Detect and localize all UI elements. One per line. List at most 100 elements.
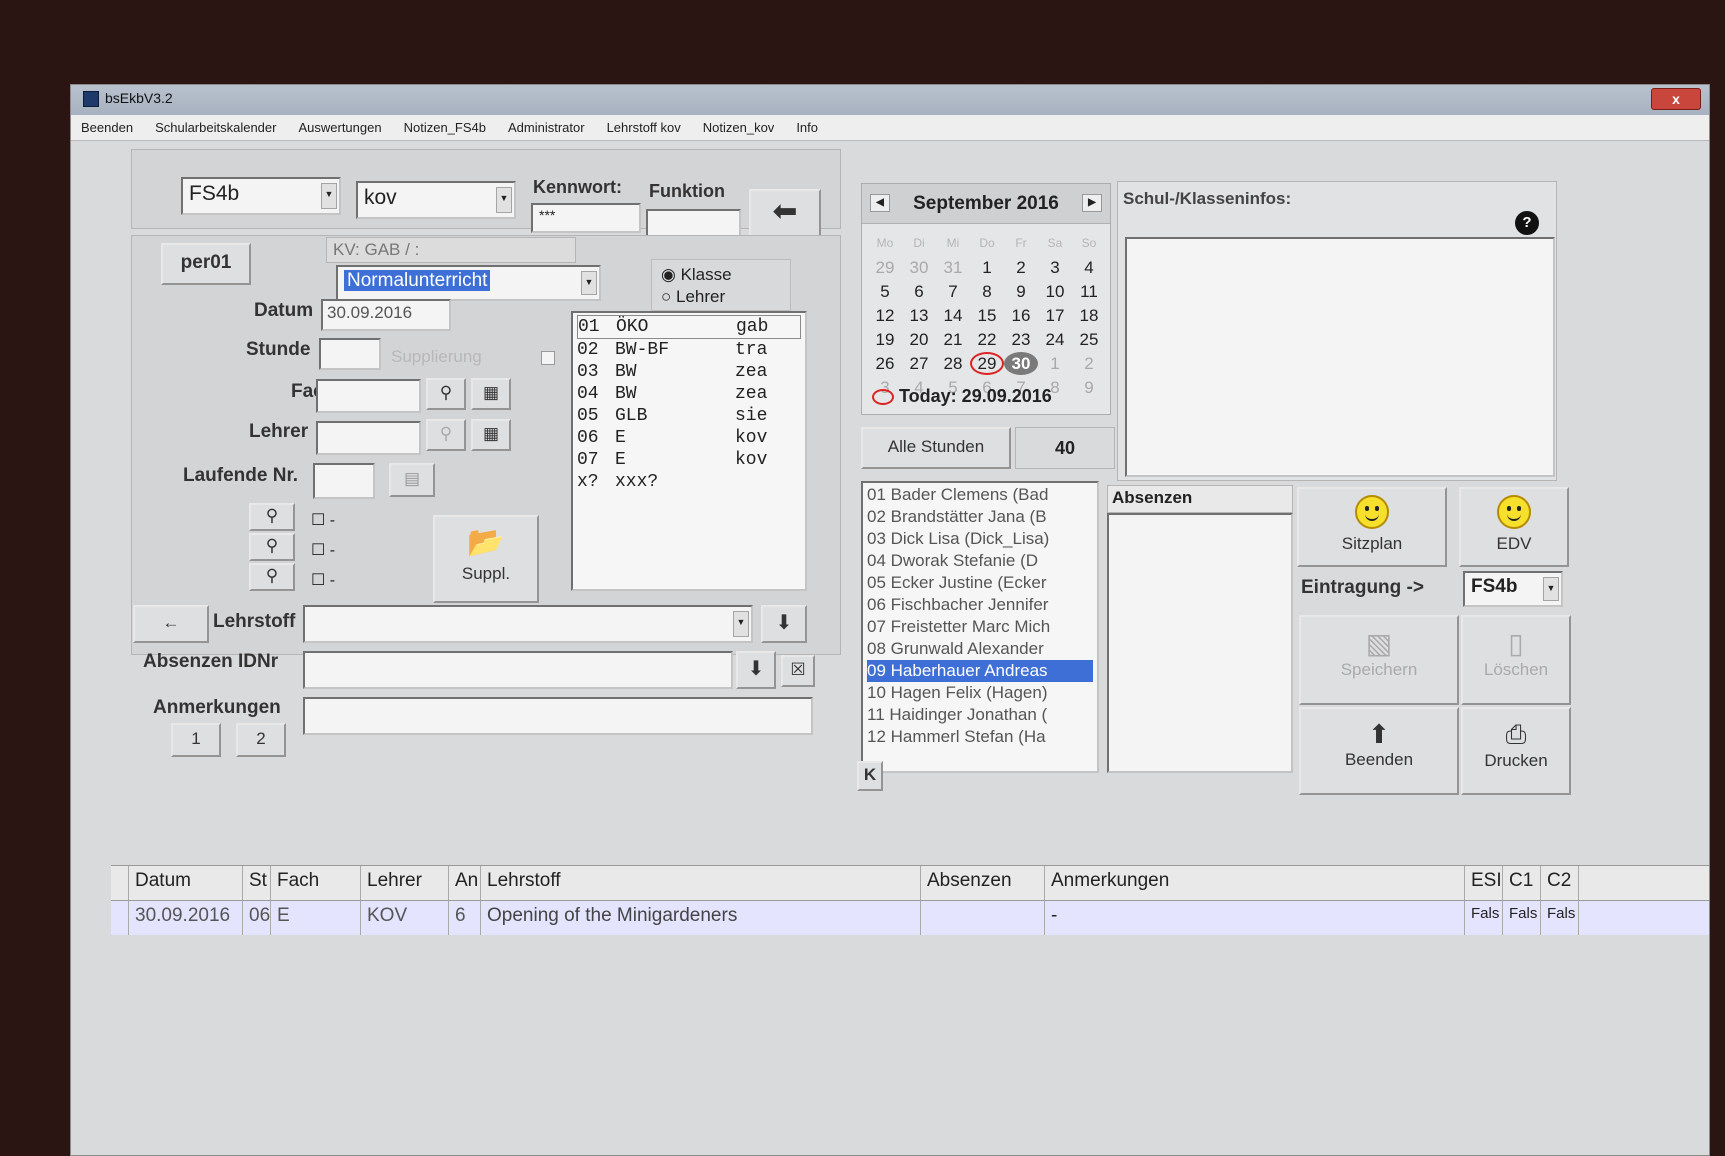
eintragung-select[interactable]: FS4b ▼ <box>1463 571 1563 607</box>
calendar-day[interactable]: 14 <box>936 304 970 327</box>
calendar-day[interactable]: 6 <box>902 280 936 303</box>
page-1-button[interactable]: 1 <box>171 723 221 757</box>
calendar-day[interactable]: 17 <box>1038 304 1072 327</box>
col-c2[interactable]: C2 <box>1541 866 1579 900</box>
back-small-button[interactable]: ← <box>133 605 209 643</box>
calendar-day[interactable]: 28 <box>936 352 970 375</box>
timetable-row[interactable]: 02 BW-BF tra <box>577 339 801 361</box>
lehrstoff-down-button[interactable]: ⬇ <box>761 605 807 643</box>
calendar-day[interactable]: 11 <box>1072 280 1106 303</box>
absenzen-clear-button[interactable]: ☒ <box>781 655 815 687</box>
row-selector[interactable] <box>111 901 129 935</box>
timetable-row[interactable]: 07 Ekov <box>577 449 801 471</box>
prev-month-button[interactable]: ◀ <box>870 194 890 212</box>
calendar-day[interactable]: 5 <box>868 280 902 303</box>
calendar-day[interactable]: 12 <box>868 304 902 327</box>
calendar-day[interactable]: 30 <box>902 256 936 279</box>
menu-notizen-fs4b[interactable]: Notizen_FS4b <box>404 120 486 135</box>
calendar-day[interactable]: 22 <box>970 328 1004 351</box>
radio-lehrer[interactable]: ○ Lehrer <box>661 287 725 307</box>
col-datum[interactable]: Datum <box>129 866 243 900</box>
student-item[interactable]: 10 Hagen Felix (Hagen) <box>867 682 1093 704</box>
calendar-day[interactable]: 9 <box>1004 280 1038 303</box>
kennwort-input[interactable]: *** <box>531 203 641 233</box>
fach-table-button[interactable]: ▦ <box>471 378 511 410</box>
checkbox-row-3[interactable]: ☐ - <box>311 570 335 590</box>
class-select[interactable]: FS4b ▼ <box>181 177 341 215</box>
calendar-day[interactable]: 26 <box>868 352 902 375</box>
calendar-day[interactable]: 1 <box>970 256 1004 279</box>
col-c1[interactable]: C1 <box>1503 866 1541 900</box>
calendar-day[interactable]: 13 <box>902 304 936 327</box>
timetable-row[interactable]: 06 Ekov <box>577 427 801 449</box>
student-item[interactable]: 11 Haidinger Jonathan ( <box>867 704 1093 726</box>
col-absenzen[interactable]: Absenzen <box>921 866 1045 900</box>
calendar-day[interactable]: 20 <box>902 328 936 351</box>
absenzen-down-button[interactable]: ⬇ <box>736 651 776 689</box>
k-button[interactable]: K <box>857 761 883 791</box>
col-st[interactable]: St <box>243 866 271 900</box>
calendar-day[interactable]: 23 <box>1004 328 1038 351</box>
absenzen-list[interactable] <box>1107 513 1293 773</box>
edv-button[interactable]: EDV <box>1459 487 1569 567</box>
calendar-day[interactable]: 24 <box>1038 328 1072 351</box>
col-esi[interactable]: ESI <box>1465 866 1503 900</box>
lehrer-table-button[interactable]: ▦ <box>471 419 511 451</box>
checkbox-row-2[interactable]: ☐ - <box>311 540 335 560</box>
timetable-row[interactable]: 05 GLB sie <box>577 405 801 427</box>
menu-info[interactable]: Info <box>796 120 818 135</box>
table-row[interactable]: 30.09.2016 06 E KOV 6 Opening of the Min… <box>111 901 1709 935</box>
timetable-row[interactable]: 03 BW zea <box>577 361 801 383</box>
anmerkungen-input[interactable] <box>303 697 813 735</box>
calendar-day[interactable]: 27 <box>902 352 936 375</box>
col-anmerkungen[interactable]: Anmerkungen <box>1045 866 1465 900</box>
timetable-row[interactable]: 04 BW zea <box>577 383 801 405</box>
beenden-button[interactable]: ⬆ Beenden <box>1299 707 1459 795</box>
calendar-day[interactable]: 16 <box>1004 304 1038 327</box>
calendar-day[interactable]: 21 <box>936 328 970 351</box>
student-item[interactable]: 02 Brandstätter Jana (B <box>867 506 1093 528</box>
fach-input[interactable] <box>316 379 421 413</box>
calendar-day[interactable]: 3 <box>1038 256 1072 279</box>
loeschen-button[interactable]: ▯ Löschen <box>1461 615 1571 705</box>
calendar-day[interactable]: 2 <box>1004 256 1038 279</box>
student-item[interactable]: 05 Ecker Justine (Ecker <box>867 572 1093 594</box>
calendar-day[interactable]: 30 <box>1004 352 1038 375</box>
lehrer-input[interactable] <box>316 421 421 455</box>
supplierung-checkbox[interactable] <box>541 351 555 365</box>
menu-lehrstoff[interactable]: Lehrstoff kov <box>607 120 681 135</box>
absenzen-idnr-input[interactable] <box>303 651 733 689</box>
mode-select[interactable]: Normalunterricht ▼ <box>336 265 601 301</box>
calendar-day[interactable]: 1 <box>1038 352 1072 375</box>
calendar-day[interactable]: 8 <box>970 280 1004 303</box>
menu-schularbeitskalender[interactable]: Schularbeitskalender <box>155 120 276 135</box>
calendar-day[interactable]: 4 <box>1072 256 1106 279</box>
calendar-day[interactable]: 19 <box>868 328 902 351</box>
help-icon[interactable]: ? <box>1515 211 1539 235</box>
student-item[interactable]: 08 Grunwald Alexander <box>867 638 1093 660</box>
fach-search-button[interactable]: ⚲ <box>426 378 466 410</box>
col-fach[interactable]: Fach <box>271 866 361 900</box>
search-button-1[interactable]: ⚲ <box>249 503 295 531</box>
next-month-button[interactable]: ▶ <box>1082 194 1102 212</box>
calculator-button[interactable]: ▤ <box>389 463 435 497</box>
search-button-3[interactable]: ⚲ <box>249 563 295 591</box>
stunde-input[interactable] <box>319 338 381 370</box>
today-label[interactable]: Today: 29.09.2016 <box>872 386 1052 407</box>
calendar-day[interactable]: 9 <box>1072 376 1106 399</box>
sitzplan-button[interactable]: Sitzplan <box>1297 487 1447 567</box>
speichern-button[interactable]: ▧ Speichern <box>1299 615 1459 705</box>
drucken-button[interactable]: ⎙ Drucken <box>1461 707 1571 795</box>
calendar-day[interactable]: 15 <box>970 304 1004 327</box>
calendar-day[interactable]: 31 <box>936 256 970 279</box>
calendar-day[interactable]: 18 <box>1072 304 1106 327</box>
calendar-day[interactable]: 10 <box>1038 280 1072 303</box>
col-lehrer[interactable]: Lehrer <box>361 866 449 900</box>
checkbox-row-1[interactable]: ☐ - <box>311 510 335 530</box>
col-lehrstoff[interactable]: Lehrstoff <box>481 866 921 900</box>
calendar-day[interactable]: 29 <box>868 256 902 279</box>
lehrer-search-button[interactable]: ⚲ <box>426 419 466 451</box>
menu-notizen-kov[interactable]: Notizen_kov <box>703 120 775 135</box>
page-2-button[interactable]: 2 <box>236 723 286 757</box>
suppl-button[interactable]: 📂 Suppl. <box>433 515 539 603</box>
